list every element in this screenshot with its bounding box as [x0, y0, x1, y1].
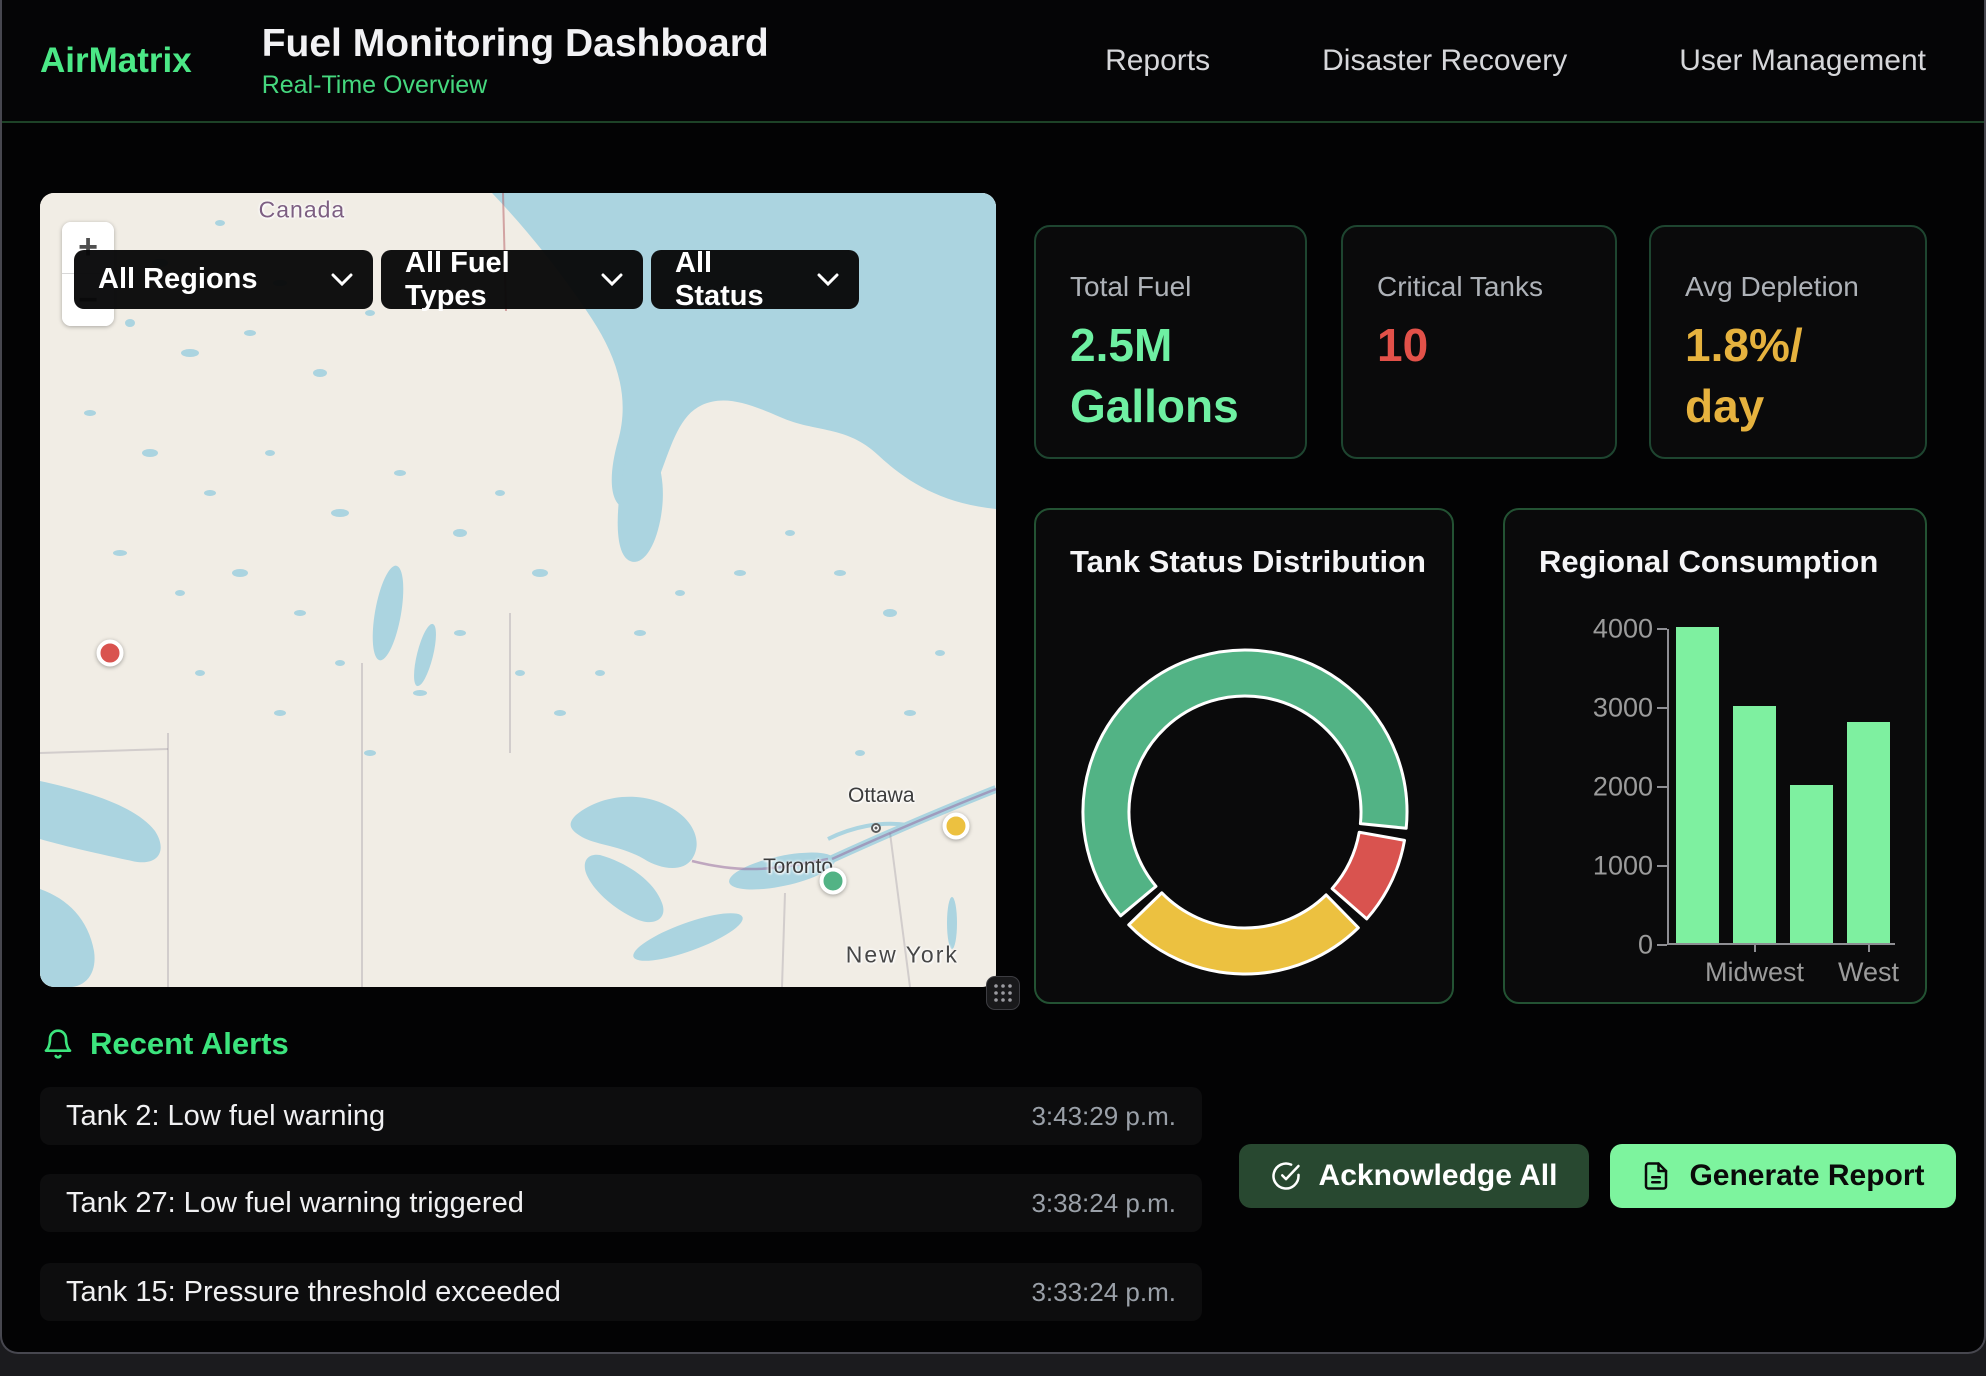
page-titles: Fuel Monitoring Dashboard Real-Time Over… — [262, 22, 769, 100]
nav-reports[interactable]: Reports — [1105, 44, 1210, 78]
alert-message: Tank 2: Low fuel warning — [66, 1100, 385, 1133]
x-axis-tick-mark — [1868, 943, 1870, 952]
town-dot-icon — [871, 823, 881, 833]
x-axis-tick-west: West — [1838, 957, 1899, 988]
tank-status-card: Tank Status Distribution — [1034, 508, 1454, 1004]
generate-report-button[interactable]: Generate Report — [1610, 1144, 1956, 1208]
tank-marker-normal[interactable] — [819, 867, 846, 894]
x-axis-tick-midwest: Midwest — [1705, 957, 1804, 988]
y-axis-tick: 0 — [1543, 930, 1653, 961]
alert-message: Tank 15: Pressure threshold exceeded — [66, 1276, 561, 1309]
stat-label: Critical Tanks — [1377, 271, 1581, 303]
alert-timestamp: 3:38:24 p.m. — [1031, 1188, 1176, 1219]
stat-value: 2.5M Gallons — [1070, 315, 1271, 436]
alert-row[interactable]: Tank 27: Low fuel warning triggered 3:38… — [40, 1174, 1202, 1232]
tank-marker-critical[interactable] — [96, 639, 123, 666]
main-nav: Reports Disaster Recovery User Managemen… — [1105, 44, 1926, 78]
map-filters: All Regions All Fuel Types All Status — [74, 250, 859, 309]
status-filter-value: All Status — [675, 247, 791, 313]
alert-timestamp: 3:43:29 p.m. — [1031, 1101, 1176, 1132]
stat-label: Avg Depletion — [1685, 271, 1891, 303]
bar-2 — [1790, 785, 1833, 943]
chevron-down-icon — [817, 273, 839, 286]
y-axis-tick-mark — [1657, 707, 1667, 709]
recent-alerts-title: Recent Alerts — [90, 1026, 289, 1062]
y-axis-tick-mark — [1657, 786, 1667, 788]
bar-3 — [1847, 722, 1890, 943]
stat-card-critical-tanks: Critical Tanks 10 — [1341, 225, 1617, 459]
region-filter-value: All Regions — [98, 263, 258, 296]
page-subtitle: Real-Time Overview — [262, 71, 769, 100]
file-text-icon — [1641, 1161, 1671, 1191]
bell-icon — [42, 1028, 74, 1060]
fuel-map[interactable]: CanadaOttawaTorontoNew York + − All Regi… — [40, 193, 996, 987]
acknowledge-all-button[interactable]: Acknowledge All — [1239, 1144, 1589, 1208]
page-title: Fuel Monitoring Dashboard — [262, 22, 769, 66]
tank-marker-warning[interactable] — [942, 812, 969, 839]
generate-report-label: Generate Report — [1689, 1159, 1924, 1193]
y-axis-tick: 2000 — [1543, 772, 1653, 803]
map-label-canada: Canada — [259, 197, 346, 224]
x-axis-tick-mark — [1754, 943, 1756, 952]
donut-segment-critical — [1332, 832, 1404, 919]
stat-label: Total Fuel — [1070, 271, 1271, 303]
dashboard-window: AirMatrix Fuel Monitoring Dashboard Real… — [0, 0, 1986, 1354]
regional-consumption-bar-chart: 01000200030004000MidwestWest — [1667, 629, 1895, 945]
chevron-down-icon — [331, 273, 353, 286]
brand-logo[interactable]: AirMatrix — [40, 41, 192, 81]
map-resize-handle[interactable] — [986, 976, 1020, 1010]
region-filter-dropdown[interactable]: All Regions — [74, 250, 373, 309]
bar-0 — [1676, 627, 1719, 943]
y-axis-tick: 4000 — [1543, 614, 1653, 645]
donut-segment-warning — [1129, 893, 1359, 974]
app-header: AirMatrix Fuel Monitoring Dashboard Real… — [2, 0, 1984, 123]
check-circle-icon — [1271, 1161, 1301, 1191]
fuel-type-filter-value: All Fuel Types — [405, 247, 575, 313]
y-axis-tick-mark — [1657, 944, 1667, 946]
bottom-strip — [0, 1354, 1986, 1376]
stat-card-total-fuel: Total Fuel 2.5M Gallons — [1034, 225, 1307, 459]
y-axis-tick-mark — [1657, 628, 1667, 630]
alert-row[interactable]: Tank 2: Low fuel warning 3:43:29 p.m. — [40, 1087, 1202, 1145]
y-axis-tick: 1000 — [1543, 851, 1653, 882]
regional-consumption-card: Regional Consumption 01000200030004000Mi… — [1503, 508, 1927, 1004]
y-axis-tick-mark — [1657, 865, 1667, 867]
stat-card-avg-depletion: Avg Depletion 1.8%/ day — [1649, 225, 1927, 459]
stat-value: 10 — [1377, 315, 1581, 376]
grip-dots-icon — [993, 983, 1013, 1003]
alert-message: Tank 27: Low fuel warning triggered — [66, 1187, 524, 1220]
fuel-type-filter-dropdown[interactable]: All Fuel Types — [381, 250, 643, 309]
bar-1 — [1733, 706, 1776, 943]
recent-alerts-header: Recent Alerts — [42, 1026, 289, 1062]
y-axis-tick: 3000 — [1543, 693, 1653, 724]
acknowledge-all-label: Acknowledge All — [1319, 1159, 1558, 1193]
bar-chart-title: Regional Consumption — [1539, 544, 1925, 580]
chevron-down-icon — [601, 273, 623, 286]
alert-row[interactable]: Tank 15: Pressure threshold exceeded 3:3… — [40, 1263, 1202, 1321]
alert-timestamp: 3:33:24 p.m. — [1031, 1277, 1176, 1308]
map-label-new-york: New York — [846, 942, 959, 969]
tank-status-donut-chart — [1036, 510, 1454, 1004]
nav-user-management[interactable]: User Management — [1679, 44, 1926, 78]
stat-value: 1.8%/ day — [1685, 315, 1891, 436]
nav-disaster-recovery[interactable]: Disaster Recovery — [1322, 44, 1567, 78]
map-label-ottawa: Ottawa — [848, 784, 915, 808]
status-filter-dropdown[interactable]: All Status — [651, 250, 859, 309]
